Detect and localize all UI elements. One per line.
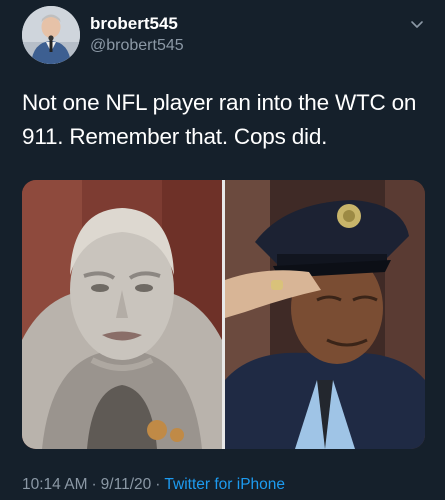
tweet-text: Not one NFL player ran into the WTC on 9… [22, 90, 417, 149]
tweet-source-link[interactable]: Twitter for iPhone [164, 476, 285, 493]
separator-dot: · [91, 476, 97, 493]
photo-dust-covered-firefighter-icon[interactable] [22, 180, 222, 449]
display-name[interactable]: brobert545 [90, 14, 178, 34]
username-handle[interactable]: @brobert545 [90, 37, 184, 55]
tweet-date[interactable]: 9/11/20 [101, 476, 152, 493]
photo-saluting-officer-icon[interactable] [225, 180, 425, 449]
avatar-photo-icon [22, 6, 80, 64]
tweet-time[interactable]: 10:14 AM [22, 476, 88, 493]
avatar[interactable] [22, 6, 80, 64]
separator-dot: · [155, 476, 161, 493]
tweet-card: brobert545 @brobert545 Not one NFL playe… [0, 0, 445, 500]
tweet-metadata: 10:14 AM · 9/11/20 · Twitter for iPhone [22, 476, 285, 494]
chevron-down-icon[interactable] [409, 16, 425, 32]
tweet-media[interactable] [22, 180, 425, 449]
